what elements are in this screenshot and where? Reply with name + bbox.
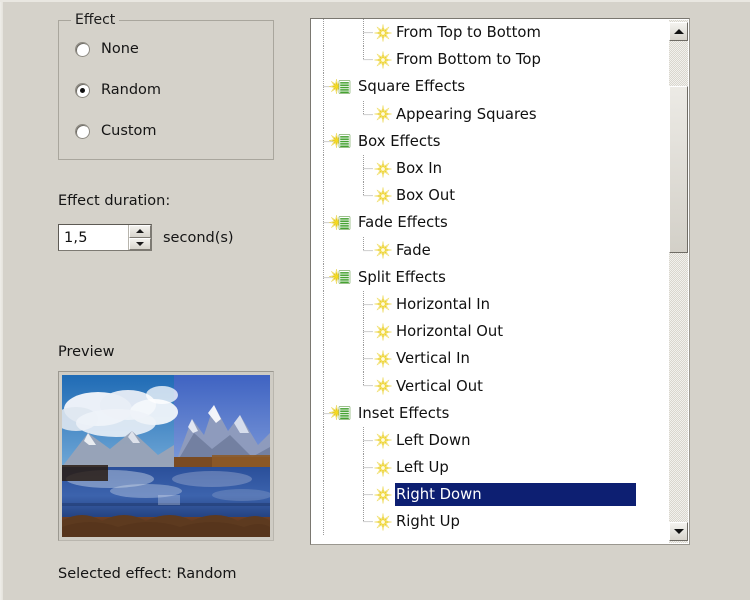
tree-item-label: Fade (396, 241, 431, 259)
tree-item-label: From Bottom to Top (396, 51, 541, 69)
tree-item-label: Appearing Squares (396, 105, 537, 123)
tree-item-row[interactable]: Left Up (311, 454, 671, 482)
effect-groupbox: Effect None Random Custom (58, 12, 274, 160)
tree-item-row[interactable]: Horizontal In (311, 290, 671, 319)
effect-settings-dialog: Effect None Random Custom Effect duratio… (0, 0, 750, 600)
tree-item-row[interactable]: Fade (311, 236, 671, 264)
effects-category-icon (329, 131, 355, 151)
effect-star-icon (373, 376, 393, 396)
tree-item-label: From Top to Bottom (396, 24, 541, 42)
radio-label-custom: Custom (101, 123, 157, 139)
radio-label-random: Random (101, 82, 162, 98)
tree-category-row[interactable]: Split Effects (311, 263, 671, 291)
radio-option-custom[interactable]: Custom (75, 121, 157, 141)
effect-star-icon (373, 186, 393, 206)
selected-effect-status: Selected effect: Random (58, 566, 237, 582)
tree-item-label: Right Down (396, 486, 482, 504)
effect-star-icon (373, 322, 393, 342)
radio-indicator-none[interactable] (75, 41, 90, 57)
tree-item-label: Left Up (396, 459, 449, 477)
effect-star-icon (373, 294, 393, 314)
preview-frame (58, 371, 274, 541)
radio-indicator-random[interactable] (75, 82, 90, 98)
scrollbar-thumb[interactable] (669, 86, 688, 253)
effect-groupbox-legend: Effect (71, 12, 120, 28)
tree-item-row[interactable]: Right Up (311, 508, 671, 536)
tree-item-row[interactable]: Right Down (311, 481, 671, 509)
scrollbar-down-button[interactable] (669, 522, 688, 541)
tree-item-label: Box In (396, 160, 442, 178)
tree-category-row[interactable]: Fade Effects (311, 209, 671, 237)
effect-star-icon (373, 159, 393, 179)
preview-label: Preview (58, 344, 115, 360)
spinner-buttons (128, 225, 151, 250)
effects-category-icon (329, 403, 355, 423)
tree-item-label: Square Effects (358, 78, 466, 96)
tree-item-label: Box Out (396, 187, 456, 205)
tree-item-row[interactable]: Left Down (311, 426, 671, 454)
tree-item-label: Horizontal In (396, 295, 490, 313)
tree-item-row[interactable]: From Top to Bottom (311, 19, 671, 47)
tree-item-label: Horizontal Out (396, 323, 504, 341)
tree-item-row[interactable]: Box Out (311, 182, 671, 210)
radio-option-random[interactable]: Random (75, 80, 161, 100)
tree-item-label: Vertical Out (396, 377, 483, 395)
tree-category-row[interactable]: Square Effects (311, 73, 671, 101)
tree-item-label: Fade Effects (358, 214, 448, 232)
effect-star-icon (373, 349, 393, 369)
tree-item-label: Split Effects (358, 268, 446, 286)
radio-option-none[interactable]: None (75, 39, 139, 59)
tree-item-row[interactable]: Vertical In (311, 345, 671, 373)
scrollbar-up-button[interactable] (669, 22, 688, 41)
effects-category-icon (329, 77, 355, 97)
effect-star-icon (373, 458, 393, 478)
scroll-up-arrow-icon (673, 29, 684, 34)
scroll-down-arrow-icon (673, 529, 684, 534)
tree-item-label: Box Effects (358, 132, 441, 150)
preview-image (62, 375, 270, 537)
effects-category-icon (329, 267, 355, 287)
effect-star-icon (373, 23, 393, 43)
tree-category-row[interactable]: Box Effects (311, 127, 671, 155)
tree-item-label: Vertical In (396, 350, 470, 368)
tree-item-row[interactable]: Box In (311, 154, 671, 183)
seconds-unit-label: second(s) (163, 230, 234, 246)
tree-item-label: Left Down (396, 431, 471, 449)
effect-duration-input[interactable]: 1,5 (59, 225, 128, 250)
tree-item-row[interactable]: Horizontal Out (311, 318, 671, 346)
effect-duration-spinner[interactable]: 1,5 (58, 224, 152, 251)
effect-star-icon (373, 485, 393, 505)
triangle-down-icon (136, 241, 144, 246)
effects-tree-list[interactable]: From Top to Bottom From Bottom to Top Squa… (311, 19, 671, 544)
tree-item-row[interactable]: Vertical Out (311, 372, 671, 400)
tree-item-label: Right Up (396, 513, 460, 531)
effect-star-icon (373, 430, 393, 450)
spinner-up-button[interactable] (129, 225, 151, 238)
tree-item-row[interactable]: From Bottom to Top (311, 46, 671, 74)
effect-star-icon (373, 240, 393, 260)
triangle-up-icon (136, 229, 144, 234)
spinner-down-button[interactable] (129, 237, 151, 250)
effects-category-icon (329, 213, 355, 233)
tree-vertical-scrollbar[interactable] (669, 20, 688, 543)
tree-category-row[interactable]: Inset Effects (311, 399, 671, 427)
preview-landscape-illustration (62, 375, 270, 537)
effect-star-icon (373, 104, 393, 124)
effects-tree-panel[interactable]: From Top to Bottom From Bottom to Top Squa… (310, 18, 690, 545)
effect-duration-label: Effect duration: (58, 193, 171, 209)
effect-star-icon (373, 512, 393, 532)
tree-item-row[interactable]: Appearing Squares (311, 100, 671, 128)
effect-star-icon (373, 50, 393, 70)
radio-label-none: None (101, 41, 139, 57)
tree-item-label: Inset Effects (358, 404, 450, 422)
radio-indicator-custom[interactable] (75, 123, 90, 139)
